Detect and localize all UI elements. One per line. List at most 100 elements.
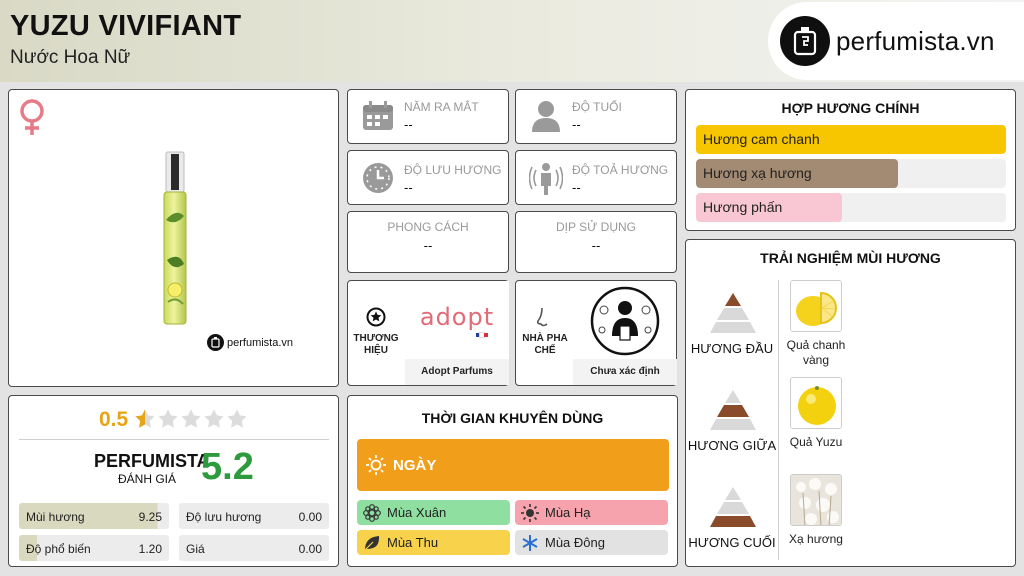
watermark-logo-icon [207,334,224,351]
star-icon[interactable] [180,408,202,430]
accord-bar: Hương phấn [696,193,1006,222]
longevity-label: ĐỘ LƯU HƯƠNG [404,163,502,177]
brand-logo-text: adopt [419,303,495,331]
product-subtitle: Nước Hoa Nữ [10,47,131,68]
stat-value: 0.00 [298,542,322,556]
stat-row: Giá 0.00 [179,535,329,561]
notes-title: TRẢI NGHIỆM MÙI HƯƠNG [760,250,941,266]
stat-value: 0.00 [298,510,322,524]
release-year-value: -- [404,117,413,132]
product-image-card: perfumista.vn [8,89,339,387]
season-label: Mùa Thu [387,535,439,550]
stat-label: Giá [186,542,205,556]
notes-divider [778,280,779,560]
accord-label: Hương xạ hương [703,165,812,181]
perfume-bottle-logo-icon [780,16,830,66]
style-value: -- [423,238,433,253]
note-tier-label: HƯƠNG ĐẦU [690,341,774,356]
product-bottle-image [159,150,191,333]
perfumer-name: Chưa xác định [573,359,677,385]
accord-label: Hương phấn [703,199,783,215]
stat-row: Độ lưu hương 0.00 [179,503,329,529]
sillage-person-icon [528,160,564,201]
age-label: ĐỘ TUỔI [572,100,622,114]
perfumista-label: PERFUMISTA [94,451,210,471]
stat-value: 1.20 [138,542,162,556]
stat-label: Độ phổ biến [26,542,91,556]
pyramid-icon [710,390,756,435]
day-label: NGÀY [393,456,437,474]
user-score: 0.5 [99,408,129,431]
star-icon[interactable] [226,408,248,430]
day-banner: NGÀY [357,439,669,491]
season-spring: Mùa Xuân [357,500,510,525]
stat-label: Mùi hương [26,510,85,524]
release-year-label: NĂM RA MẮT [404,100,479,114]
clock-icon [362,162,394,199]
sillage-label: ĐỘ TOẢ HƯƠNG [572,163,669,177]
star-icon[interactable] [134,408,156,430]
star-rating[interactable] [134,408,249,430]
note-tier-label: HƯƠNG CUỐI [688,535,776,550]
note-name: Quả chanh vàng [786,338,846,367]
occasion-value: -- [591,238,601,253]
nose-icon [536,307,552,334]
note-image-lemon[interactable] [790,280,842,332]
style-card: PHONG CÁCH -- [347,211,509,273]
brand-logo: adopt [405,281,509,359]
brand-name: Adopt Parfums [405,359,509,385]
accord-bar: Hương cam chanh [696,125,1006,154]
perfumer-avatar [585,286,665,356]
autumn-leaf-icon [363,534,381,552]
pyramid-icon [710,293,756,338]
occasion-label: DỊP SỬ DỤNG [555,220,637,234]
release-year-card: NĂM RA MẮT -- [347,89,509,144]
spring-flower-icon [363,503,381,522]
brand-label: THƯƠNG HIỆU [353,333,399,356]
sillage-value: -- [572,180,581,195]
pyramid-icon [710,487,756,532]
note-image-yuzu[interactable] [790,377,842,429]
perfumer-card[interactable]: NHÀ PHA CHẾ Chưa xác định [515,280,677,386]
stat-value: 9.25 [138,510,162,524]
star-icon[interactable] [157,408,179,430]
note-name: Quả Yuzu [789,435,843,449]
product-title: YUZU VIVIFIANT [10,10,242,42]
timing-card: THỜI GIAN KHUYÊN DÙNG NGÀY Mùa Xuân Mùa H… [347,395,678,567]
sun-icon [366,455,386,475]
accord-bar: Hương xạ hương [696,159,1006,188]
page-header: YUZU VIVIFIANT Nước Hoa Nữ perfumista.vn [0,0,1024,82]
note-tier-label: HƯƠNG GIỮA [687,438,777,453]
watermark: perfumista.vn [207,334,293,351]
stat-label: Độ lưu hương [186,510,262,524]
star-icon[interactable] [203,408,225,430]
rating-card: 0.5 PERFUMISTA ĐÁNH GIÁ 5.2 Mùi hương 9.2… [8,395,339,567]
brand-card[interactable]: THƯƠNG HIỆU adopt Adopt Parfums [347,280,509,386]
winter-snowflake-icon [521,534,539,552]
sillage-card: ĐỘ TOẢ HƯƠNG -- [515,150,677,205]
perfumer-label: NHÀ PHA CHẾ [522,333,568,356]
brand-flag-icon [476,332,488,338]
stat-row: Độ phổ biến 1.20 [19,535,169,561]
longevity-value: -- [404,180,413,195]
divider [19,439,329,440]
site-logo[interactable]: perfumista.vn [768,2,1024,80]
stat-row: Mùi hương 9.25 [19,503,169,529]
female-symbol-icon [17,98,47,141]
person-icon [530,99,562,138]
age-card: ĐỘ TUỔI -- [515,89,677,144]
season-summer: Mùa Hạ [515,500,668,525]
longevity-card: ĐỘ LƯU HƯƠNG -- [347,150,509,205]
notes-card: TRẢI NGHIỆM MÙI HƯƠNG HƯƠNG ĐẦU Quả chanh… [685,239,1016,567]
star-badge-icon [366,307,386,332]
season-label: Mùa Xuân [387,505,447,520]
timing-title: THỜI GIAN KHUYÊN DÙNG [421,410,604,426]
perfumista-sub: ĐÁNH GIÁ [118,472,177,486]
calendar-icon [362,101,394,136]
note-image-musk[interactable] [790,474,842,526]
watermark-text: perfumista.vn [227,336,294,349]
accords-title: HỢP HƯƠNG CHÍNH [781,100,920,116]
season-autumn: Mùa Thu [357,530,510,555]
perfumista-score: 5.2 [201,446,254,488]
occasion-card: DỊP SỬ DỤNG -- [515,211,677,273]
